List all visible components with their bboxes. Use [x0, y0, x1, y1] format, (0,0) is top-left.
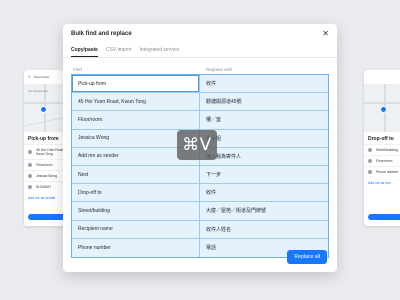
dialog-title: Bulk find and replace	[71, 31, 132, 37]
replace-cell[interactable]: 大廈／屋苑／街道及門牌號	[200, 202, 328, 219]
replace-cell[interactable]: 加入我為寄件人	[200, 148, 328, 165]
phone-row: Street/building	[364, 144, 400, 155]
table-row: Floor/room 樓／室	[72, 111, 328, 130]
table-row: Drop-off to 收件	[72, 184, 328, 203]
location-pin-icon	[380, 106, 387, 113]
dialog-tabs: Copy/paste CSV import Integrated service	[63, 44, 337, 58]
phone-icon	[368, 170, 372, 174]
location-pin-icon	[40, 106, 47, 113]
replace-column-header: Replace with	[206, 66, 233, 72]
background-phone-card-right: Drop-off to Street/building Floor/room P…	[364, 70, 400, 226]
tab-integrated-service[interactable]: Integrated service	[140, 47, 180, 57]
paste-shortcut-overlay: ⌘V	[177, 130, 217, 160]
replace-cell[interactable]: 下一步	[200, 166, 328, 183]
tab-copy-paste[interactable]: Copy/paste	[71, 47, 98, 57]
find-cell[interactable]: Next	[72, 165, 200, 184]
find-cell[interactable]: 45 Hoi Yuen Road, Kwun Tong	[72, 93, 200, 111]
replace-cell[interactable]: 觀塘開源道45號	[200, 93, 328, 110]
table-header: Find Replace with	[71, 64, 329, 74]
find-cell[interactable]: Phone number	[72, 238, 200, 257]
phone-header-label: Placeholder	[33, 75, 50, 79]
replace-all-button[interactable]: Replace all	[287, 250, 327, 264]
phone-section-title: Drop-off to	[368, 136, 394, 142]
phone-row: Phone number	[364, 166, 400, 177]
phone-row: Floor/room	[364, 155, 400, 166]
table-row: Pick-up from 收件	[72, 75, 328, 94]
table-row: Recipient name 收件人姓名	[72, 220, 328, 239]
find-cell[interactable]: Recipient name	[72, 220, 200, 238]
phone-topbar	[364, 70, 400, 84]
table-body: Pick-up from 收件 45 Hoi Yuen Road, Kwun T…	[71, 74, 329, 258]
replace-cell[interactable]: 收件	[200, 184, 328, 201]
building-icon	[28, 163, 32, 167]
find-cell[interactable]: Drop-off to	[72, 184, 200, 202]
find-cell[interactable]: Street/building	[72, 202, 200, 220]
close-icon[interactable]: ✕	[322, 30, 329, 38]
dialog-header: Bulk find and replace ✕	[63, 24, 337, 44]
replace-cell[interactable]: 黃小姐	[200, 130, 328, 147]
replace-cell[interactable]: 收件人姓名	[200, 221, 328, 238]
tab-csv-import[interactable]: CSV import	[106, 47, 132, 57]
floor-icon	[368, 159, 372, 163]
replace-cell[interactable]: 樓／室	[200, 111, 328, 128]
table-row: Next 下一步	[72, 165, 328, 185]
phone-next-button	[368, 214, 400, 220]
person-icon	[28, 174, 32, 178]
phone-icon	[28, 185, 32, 189]
table-row: 45 Hoi Yuen Road, Kwun Tong 觀塘開源道45號	[72, 93, 328, 112]
menu-icon: ☰	[28, 75, 31, 79]
map-preview	[364, 84, 400, 132]
building-icon	[368, 148, 372, 152]
replace-cell[interactable]: 收件	[200, 75, 328, 92]
phone-link: Add me as reci	[368, 181, 391, 185]
find-column-header: Find	[73, 66, 82, 72]
find-replace-table: Find Replace with Pick-up from 收件 45 Hoi…	[71, 64, 329, 258]
find-cell[interactable]: Pick-up from	[72, 75, 200, 93]
location-icon	[28, 150, 32, 154]
find-cell[interactable]: Floor/room	[72, 111, 200, 129]
table-row: Street/building 大廈／屋苑／街道及門牌號	[72, 202, 328, 221]
map-label: Sun Roseroom	[28, 89, 49, 93]
